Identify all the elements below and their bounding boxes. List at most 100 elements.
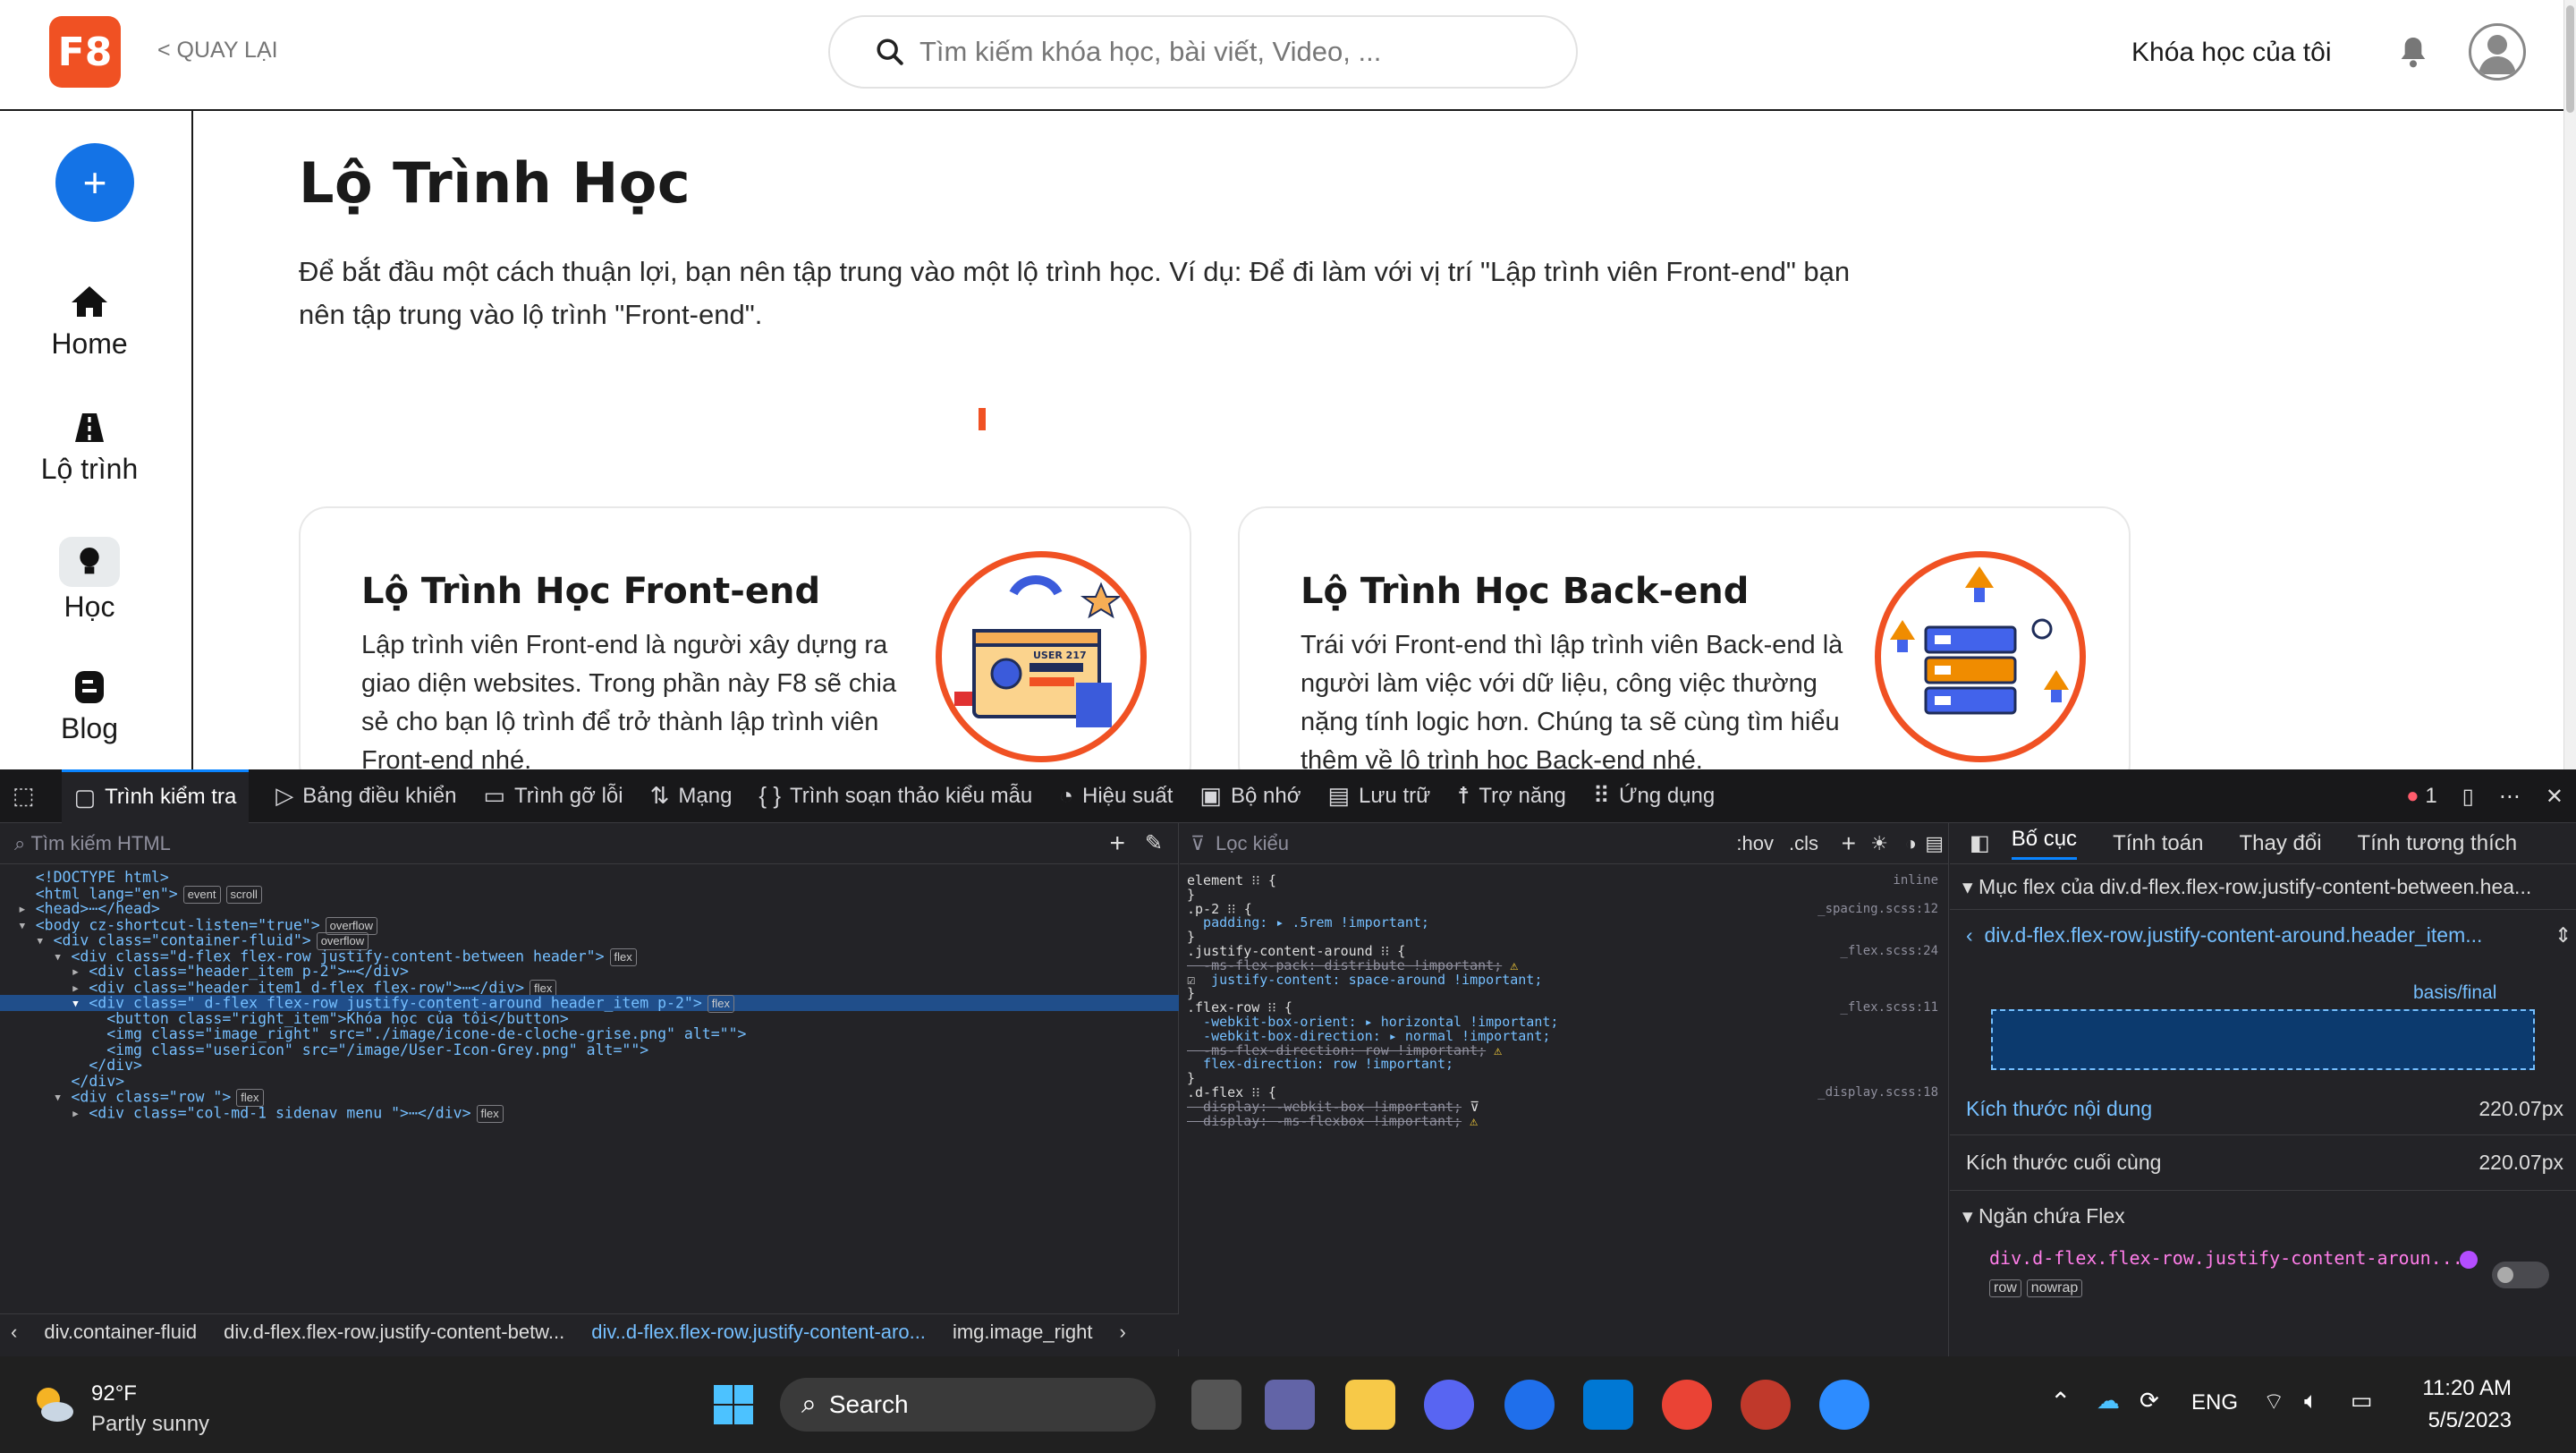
volume-icon[interactable]: 🔈︎ — [2304, 1387, 2318, 1415]
user-avatar[interactable] — [2469, 23, 2526, 81]
wifi-icon[interactable]: ⌔ — [2263, 1387, 2284, 1416]
tree-indent[interactable]: ▾ — [0, 1089, 71, 1106]
teams-icon[interactable] — [1265, 1380, 1315, 1430]
sidebar-item-roadmap[interactable]: Lộ trình — [0, 406, 179, 486]
language-indicator[interactable]: ENG — [2191, 1390, 2238, 1415]
breadcrumb-next-icon[interactable]: › — [1119, 1321, 1125, 1344]
node-badge[interactable]: flex — [476, 1104, 504, 1123]
tab-storage[interactable]: ▤ Lưu trữ — [1327, 769, 1430, 823]
scrollbar-thumb[interactable] — [2566, 5, 2574, 113]
tree-indent[interactable]: ▾ — [0, 932, 54, 949]
tab-application[interactable]: ⠿ Ứng dụng — [1593, 769, 1715, 823]
html-tree-node[interactable]: <img class="usericon" src="/image/User-I… — [0, 1041, 1179, 1058]
firefox-dev-icon[interactable] — [1504, 1380, 1555, 1430]
tab-style-editor[interactable]: { } Trình soạn thảo kiểu mẫu — [758, 769, 1032, 823]
html-tree-node[interactable]: ▸ <div class="header_item p-2">⋯</div> — [0, 964, 1179, 980]
tab-accessibility[interactable]: ☨ Trợ năng — [1457, 769, 1566, 823]
eyedropper-icon[interactable]: ✎ — [1145, 830, 1163, 856]
onedrive-icon[interactable]: ☁ — [2097, 1387, 2120, 1415]
sidebar-item-home[interactable]: Home — [0, 281, 179, 361]
html-tree-node[interactable]: ▸ <div class="header_item1 d-flex flex-r… — [0, 979, 1179, 998]
app-icon[interactable] — [1741, 1380, 1791, 1430]
error-indicator[interactable]: ● 1 — [2406, 784, 2437, 809]
html-search-input[interactable]: ⌕ Tìm kiếm HTML + ✎ — [0, 823, 1179, 864]
breadcrumb-item[interactable]: img.image_right — [953, 1321, 1093, 1344]
hov-toggle[interactable]: :hov — [1736, 832, 1774, 855]
sidebar-toggle-icon[interactable]: ◧ — [1970, 830, 1990, 856]
html-tree-node[interactable]: ▾ <div class="d-flex flex-row justify-co… — [0, 947, 1179, 966]
html-tree-node[interactable]: </div> — [0, 1073, 1179, 1090]
warning-icon[interactable]: ⚠ — [1462, 1113, 1478, 1129]
tree-indent[interactable]: ▸ — [0, 1104, 89, 1121]
rule-source-link[interactable]: inline — [1893, 873, 1938, 888]
html-tree-node[interactable]: <button class="right_item">Khóa học của … — [0, 1010, 1179, 1027]
back-link[interactable]: < QUAY LẠI — [157, 38, 278, 64]
search-input[interactable]: Tìm kiếm khóa học, bài viết, Video, ... — [828, 15, 1578, 89]
css-rule-line[interactable]: ☑ justify-content: space-around !importa… — [1187, 973, 1938, 987]
css-rule-line[interactable]: -webkit-box-direction: ▸ normal !importa… — [1187, 1029, 1938, 1043]
tab-computed[interactable]: Tính toán — [2113, 831, 2203, 856]
sync-icon[interactable]: ⟳ — [2140, 1387, 2159, 1415]
tab-changes[interactable]: Thay đổi — [2239, 831, 2321, 856]
tab-performance[interactable]: ◔ Hiệu suất — [1059, 769, 1173, 823]
sidebar-item-blog[interactable]: Blog — [0, 666, 179, 745]
html-tree-node[interactable]: ▾ <div class="container-fluid"> overflow — [0, 932, 1179, 950]
close-icon[interactable]: ✕ — [2546, 784, 2563, 810]
tab-network[interactable]: ⇅ Mạng — [650, 769, 733, 823]
task-view-icon[interactable] — [1191, 1380, 1241, 1430]
css-rule-line[interactable]: element ⁝⁝ {inline — [1187, 873, 1938, 888]
light-theme-icon[interactable]: ☀ — [1870, 832, 1888, 855]
css-rule-line[interactable]: display: -ms-flexbox !important; ⚠ — [1187, 1114, 1938, 1128]
html-tree-node[interactable]: ▾ <div class=" d-flex flex-row justify-c… — [0, 995, 1179, 1013]
discord-icon[interactable] — [1424, 1380, 1474, 1430]
html-tree-node[interactable]: </div> — [0, 1058, 1179, 1074]
flex-item-section-header[interactable]: ▾ Mục flex của div.d-flex.flex-row.justi… — [1962, 875, 2531, 899]
add-node-icon[interactable]: + — [1109, 828, 1125, 859]
css-rule-line[interactable]: .flex-row ⁝⁝ {_flex.scss:11 — [1187, 1000, 1938, 1015]
print-media-icon[interactable]: ▤ — [1925, 832, 1944, 855]
clock-date[interactable]: 5/5/2023 — [2413, 1408, 2512, 1433]
css-rule-line[interactable]: } — [1187, 888, 1938, 902]
warning-icon[interactable]: ⚠ — [1486, 1042, 1502, 1058]
file-explorer-icon[interactable] — [1345, 1380, 1395, 1430]
css-rule-line[interactable]: .justify-content-around ⁝⁝ {_flex.scss:2… — [1187, 944, 1938, 958]
cls-toggle[interactable]: .cls — [1789, 832, 1818, 855]
roadmap-card-backend[interactable]: Lộ Trình Học Back-end Trái với Front-end… — [1238, 506, 2131, 793]
tree-indent[interactable]: ▸ — [0, 900, 36, 917]
html-tree-node[interactable]: <!DOCTYPE html> — [0, 870, 1179, 886]
css-rule-line[interactable]: .p-2 ⁝⁝ {_spacing.scss:12 — [1187, 902, 1938, 916]
html-tree-node[interactable]: ▾ <div class="row "> flex — [0, 1089, 1179, 1107]
selector-dropdown-icon[interactable]: ⇕ — [2555, 923, 2572, 947]
flex-container-selector[interactable]: div.d-flex.flex-row.justify-content-arou… — [1989, 1247, 2463, 1269]
rule-source-link[interactable]: _display.scss:18 — [1818, 1085, 1938, 1100]
tab-inspector[interactable]: ▢ Trình kiểm tra — [61, 769, 250, 823]
rule-source-link[interactable]: _spacing.scss:12 — [1818, 902, 1938, 916]
element-picker-button[interactable]: ⬚ — [13, 769, 44, 823]
more-icon[interactable]: ⋯ — [2499, 784, 2521, 810]
css-rule-line[interactable]: -webkit-box-orient: ▸ horizontal !import… — [1187, 1015, 1938, 1029]
vscode-icon[interactable] — [1583, 1380, 1633, 1430]
bell-icon[interactable] — [2399, 34, 2428, 70]
html-tree-node[interactable]: <html lang="en"> event scroll — [0, 885, 1179, 904]
css-rule-line[interactable]: } — [1187, 930, 1938, 944]
add-rule-icon[interactable]: + — [1842, 829, 1856, 858]
f8-logo[interactable]: F8 — [49, 16, 121, 88]
dark-theme-icon[interactable]: ◑ — [1905, 832, 1917, 855]
taskbar-search[interactable]: ⌕ Search — [780, 1378, 1156, 1432]
tab-memory[interactable]: ▣ Bộ nhớ — [1199, 769, 1301, 823]
page-scrollbar[interactable] — [2563, 0, 2576, 769]
breadcrumb-item[interactable]: div.container-fluid — [44, 1321, 197, 1344]
dock-icon[interactable]: ▯ — [2462, 784, 2474, 810]
flex-container-section-header[interactable]: ▾ Ngăn chứa Flex — [1962, 1204, 2125, 1228]
css-rule-line[interactable]: } — [1187, 1071, 1938, 1085]
tab-layout[interactable]: Bố cục — [2011, 827, 2078, 860]
html-tree-node[interactable]: ▸ <div class="col-md-1 sidenav menu ">⋯<… — [0, 1104, 1179, 1123]
css-rule-line[interactable]: display: -webkit-box !important; ⊽ — [1187, 1100, 1938, 1114]
html-tree-node[interactable]: ▾ <body cz-shortcut-listen="true"> overfl… — [0, 916, 1179, 935]
breadcrumb-prev-icon[interactable]: ‹ — [11, 1321, 17, 1344]
rule-source-link[interactable]: _flex.scss:11 — [1840, 1000, 1938, 1015]
flex-highlight-toggle[interactable] — [2492, 1262, 2549, 1288]
rule-source-link[interactable]: _flex.scss:24 — [1840, 944, 1938, 958]
css-rule-line[interactable]: -ms-flex-direction: row !important; ⚠ — [1187, 1043, 1938, 1058]
weather-desc[interactable]: Partly sunny — [91, 1412, 209, 1437]
